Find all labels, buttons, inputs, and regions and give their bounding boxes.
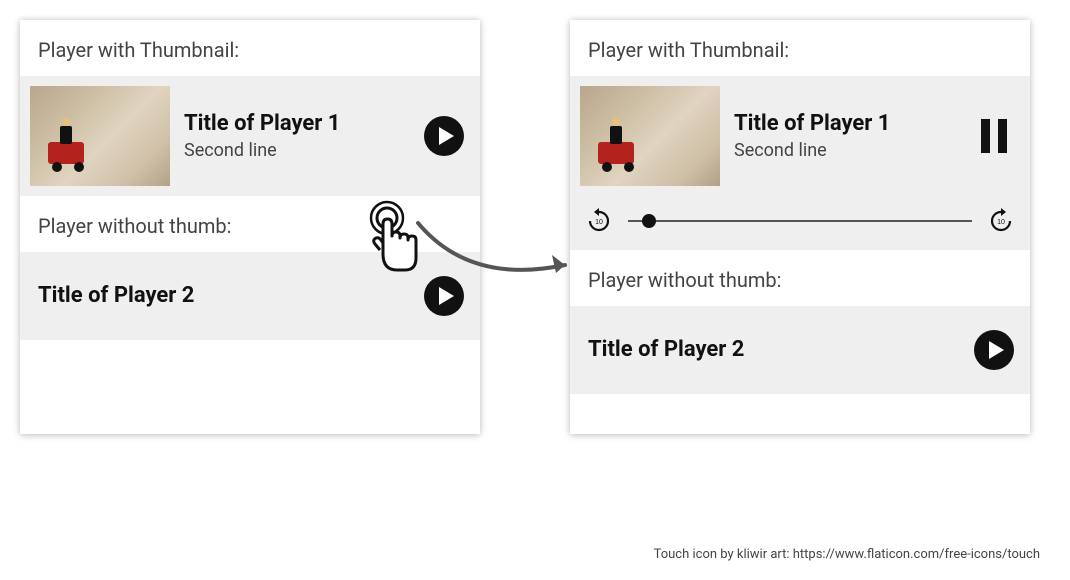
rewind-10-button[interactable]: 10 <box>584 206 614 236</box>
player-with-thumbnail[interactable]: Title of Player 1 Second line <box>20 76 480 196</box>
forward-10-button[interactable]: 10 <box>986 206 1016 236</box>
player-thumbnail <box>580 86 720 186</box>
player-without-thumbnail[interactable]: Title of Player 2 <box>20 252 480 340</box>
section-label-no-thumb: Player without thumb: <box>570 250 1030 306</box>
player-text-block: Title of Player 1 Second line <box>734 111 958 160</box>
forward-icon: 10 <box>987 207 1015 235</box>
panel-after: Player with Thumbnail: Title of Player 1… <box>570 20 1030 434</box>
pause-icon <box>977 117 1011 155</box>
section-label-thumbnail: Player with Thumbnail: <box>570 20 1030 76</box>
slider-track <box>628 220 972 222</box>
player-text-block: Title of Player 2 <box>38 283 408 309</box>
player-title: Title of Player 2 <box>588 337 958 363</box>
player-text-block: Title of Player 2 <box>588 337 958 363</box>
player-without-thumbnail[interactable]: Title of Player 2 <box>570 306 1030 394</box>
section-label-no-thumb: Player without thumb: <box>20 196 480 252</box>
svg-text:10: 10 <box>997 219 1005 226</box>
player-controls: 10 10 <box>570 196 1030 250</box>
slider-thumb[interactable] <box>642 214 656 228</box>
progress-slider[interactable] <box>628 209 972 233</box>
play-icon <box>972 328 1016 372</box>
section-label-thumbnail: Player with Thumbnail: <box>20 20 480 76</box>
player-thumbnail <box>30 86 170 186</box>
play-icon <box>422 274 466 318</box>
svg-text:10: 10 <box>595 219 603 226</box>
player-subtitle: Second line <box>184 140 408 161</box>
player-subtitle: Second line <box>734 140 958 161</box>
rewind-icon: 10 <box>585 207 613 235</box>
play-button[interactable] <box>422 274 466 318</box>
player-with-thumbnail-expanded[interactable]: Title of Player 1 Second line <box>570 76 1030 196</box>
play-button[interactable] <box>972 328 1016 372</box>
player-title: Title of Player 1 <box>734 111 958 137</box>
panel-before: Player with Thumbnail: Title of Player 1… <box>20 20 480 434</box>
play-button[interactable] <box>422 114 466 158</box>
player-title: Title of Player 1 <box>184 111 408 137</box>
pause-button[interactable] <box>972 114 1016 158</box>
player-text-block: Title of Player 1 Second line <box>184 111 408 160</box>
player-title: Title of Player 2 <box>38 283 408 309</box>
play-icon <box>422 114 466 158</box>
attribution-text: Touch icon by kliwir art: https://www.fl… <box>654 547 1040 562</box>
